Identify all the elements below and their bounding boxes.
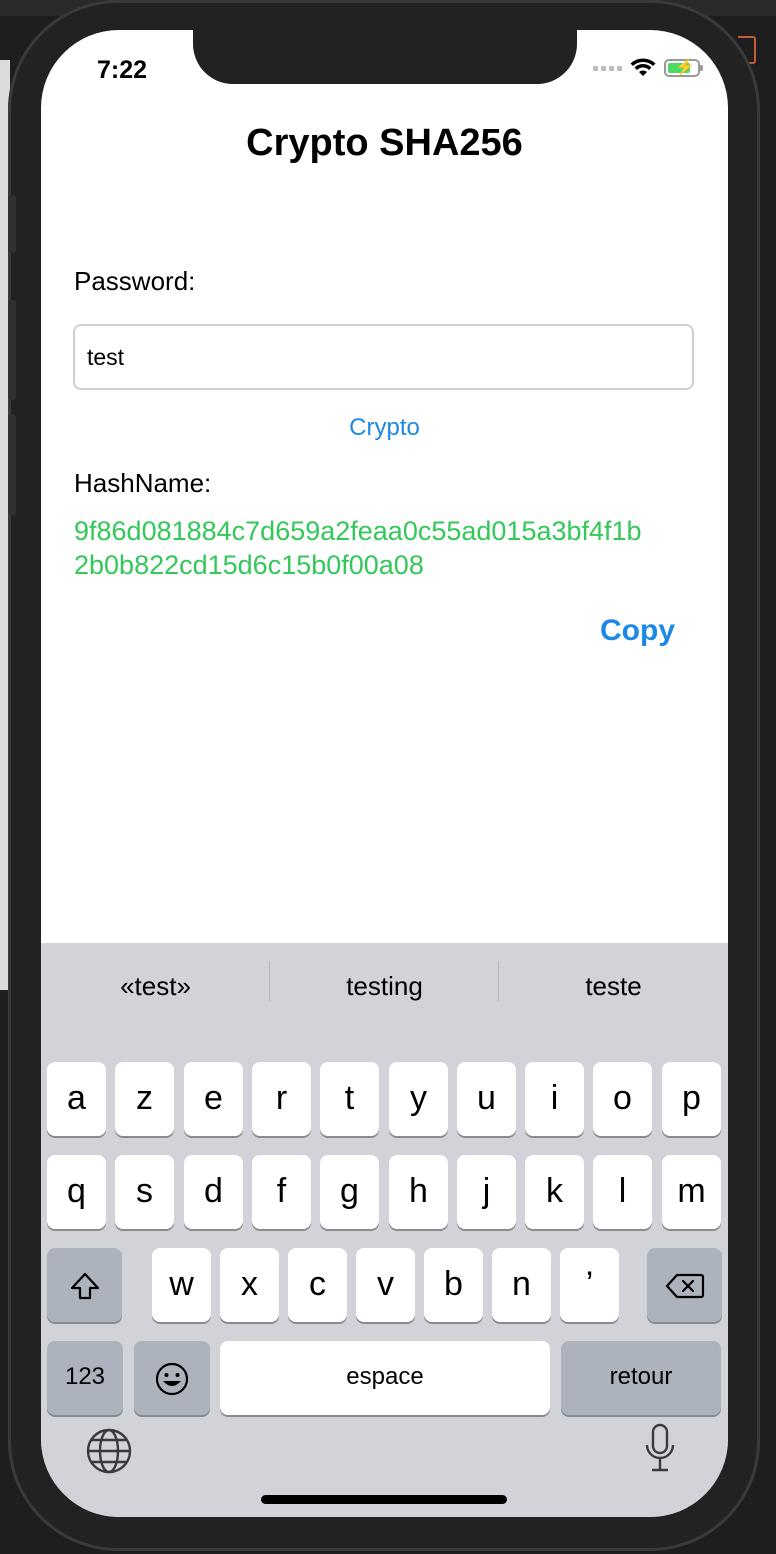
copy-button[interactable]: Copy [600, 614, 675, 648]
key[interactable]: q [47, 1155, 106, 1229]
key[interactable]: y [389, 1062, 448, 1136]
key[interactable]: ’ [560, 1248, 619, 1322]
delete-key[interactable] [647, 1248, 722, 1322]
password-label: Password: [74, 266, 196, 296]
key[interactable]: s [115, 1155, 174, 1229]
phone-screen: 7:22 ⚡ Crypto SHA256 Password: Crypto Ha… [41, 30, 728, 1517]
key[interactable]: m [662, 1155, 721, 1229]
key[interactable]: d [184, 1155, 243, 1229]
battery-charging-icon: ⚡ [664, 59, 703, 77]
hash-output: 9f86d081884c7d659a2feaa0c55ad015a3bf4f1b… [74, 514, 704, 582]
key[interactable]: i [525, 1062, 584, 1136]
hash-line-1: 9f86d081884c7d659a2feaa0c55ad015a3bf4f1b [74, 516, 642, 546]
key[interactable]: c [288, 1248, 347, 1322]
globe-icon [86, 1428, 132, 1474]
crypto-button[interactable]: Crypto [41, 414, 728, 442]
key[interactable]: p [662, 1062, 721, 1136]
emoji-icon [155, 1362, 189, 1396]
hash-label: HashName: [74, 468, 212, 498]
key[interactable]: u [457, 1062, 516, 1136]
key[interactable]: a [47, 1062, 106, 1136]
key[interactable]: h [389, 1155, 448, 1229]
key[interactable]: t [320, 1062, 379, 1136]
suggestion-bar: «test» testing teste [41, 943, 728, 1029]
hash-line-2: 2b0b822cd15d6c15b0f00a08 [74, 550, 424, 580]
key[interactable]: l [593, 1155, 652, 1229]
numbers-key[interactable]: 123 [47, 1341, 123, 1415]
keyboard: «test» testing teste a z e r t y u i o p… [41, 943, 728, 1517]
key[interactable]: k [525, 1155, 584, 1229]
key[interactable]: v [356, 1248, 415, 1322]
suggestion-item[interactable]: teste [499, 943, 728, 1029]
mute-switch [8, 195, 16, 253]
suggestion-item[interactable]: testing [270, 943, 499, 1029]
wifi-icon [630, 58, 656, 76]
key[interactable]: f [252, 1155, 311, 1229]
key[interactable]: z [115, 1062, 174, 1136]
microphone-icon [645, 1423, 675, 1472]
volume-down-button [8, 415, 16, 515]
key[interactable]: g [320, 1155, 379, 1229]
space-key[interactable]: espace [220, 1341, 550, 1415]
suggestion-item[interactable]: «test» [41, 943, 270, 1029]
key[interactable]: e [184, 1062, 243, 1136]
status-time: 7:22 [97, 56, 148, 84]
home-indicator[interactable] [261, 1495, 507, 1504]
volume-up-button [8, 300, 16, 400]
status-icons: ⚡ [593, 58, 703, 78]
shift-key[interactable] [47, 1248, 122, 1322]
key[interactable]: j [457, 1155, 516, 1229]
page-title: Crypto SHA256 [246, 122, 523, 164]
emoji-key[interactable] [134, 1341, 210, 1415]
cellular-signal-icon [593, 65, 622, 71]
key[interactable]: w [152, 1248, 211, 1322]
key[interactable]: x [220, 1248, 279, 1322]
notch [193, 30, 577, 84]
key[interactable]: r [252, 1062, 311, 1136]
dictation-key[interactable] [643, 1423, 677, 1480]
shift-icon [70, 1272, 99, 1300]
return-key[interactable]: retour [561, 1341, 721, 1415]
backspace-icon [665, 1273, 704, 1299]
key[interactable]: b [424, 1248, 483, 1322]
globe-key[interactable] [85, 1427, 133, 1480]
key[interactable]: o [593, 1062, 652, 1136]
key[interactable]: n [492, 1248, 551, 1322]
password-input[interactable] [73, 324, 694, 390]
